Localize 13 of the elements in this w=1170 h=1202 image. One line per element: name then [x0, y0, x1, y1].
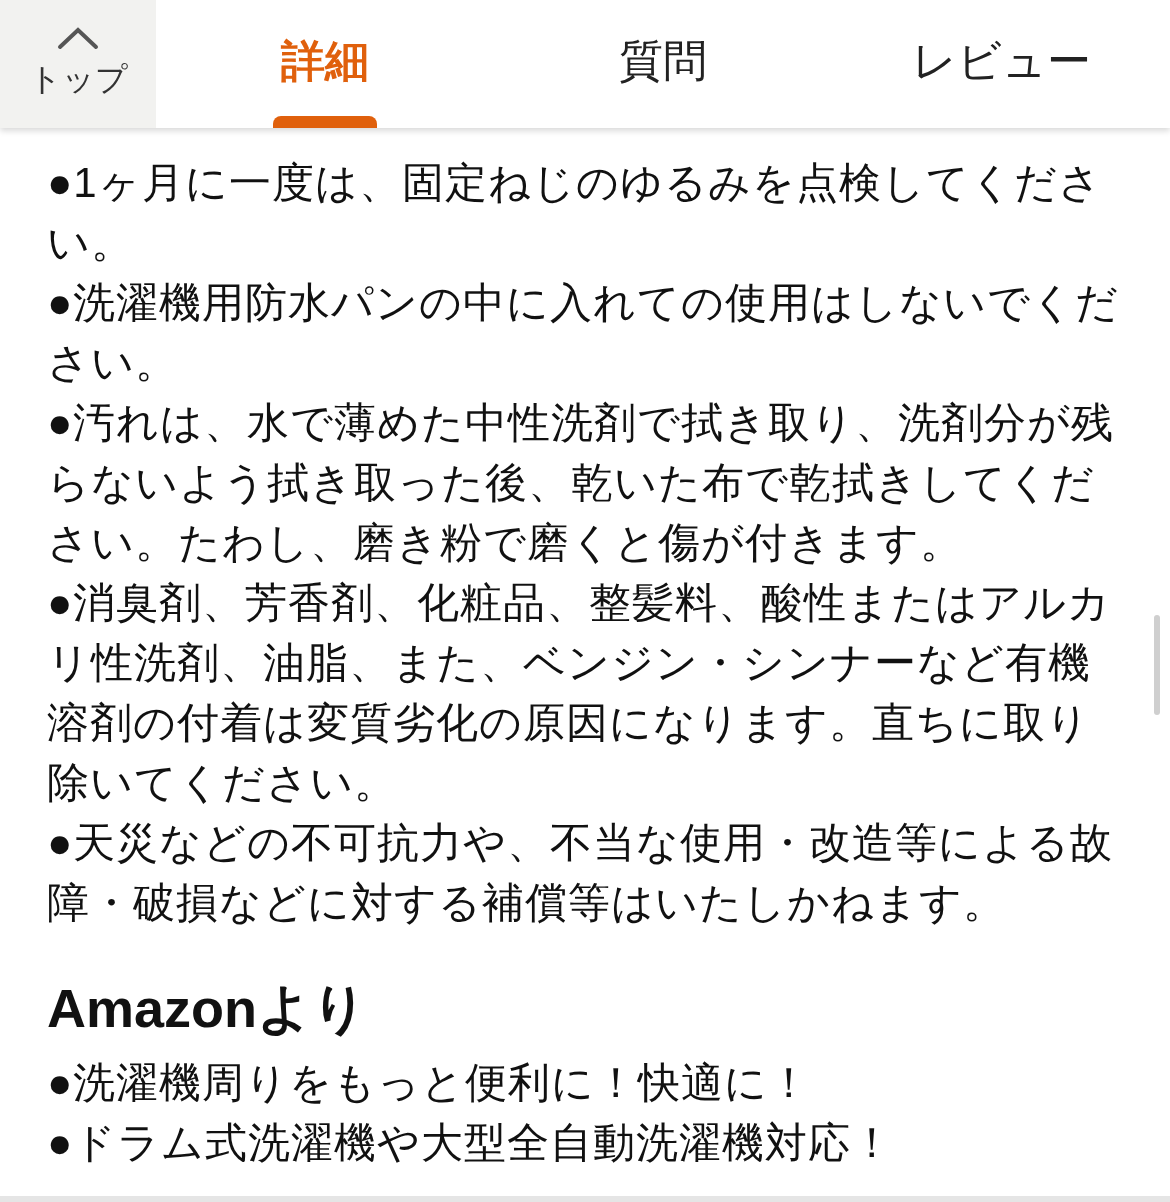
chevron-up-icon [56, 25, 100, 51]
tab[interactable]: レビュー [832, 0, 1170, 128]
note-paragraph: ●汚れは、水で薄めた中性洗剤で拭き取り、洗剤分が残らないよう拭き取った後、乾いた布で乾拭きしてください。たわし、磨き粉で磨くと傷が付きます。 [47, 398, 1116, 568]
feature-item: ●洗濯機周りをもっと便利に！快適に！ [47, 1058, 813, 1108]
note-paragraph: ●天災などの不可抗力や、不当な使用・改造等による故障・破損などに対する補償等はいたしかねます。 [47, 818, 1115, 928]
top-button[interactable]: トップ [0, 0, 156, 128]
feature-item: ●ドラム式洗濯機や大型全自動洗濯機対応！ [47, 1118, 896, 1168]
tab[interactable]: 詳細 [156, 0, 494, 128]
note-paragraph: ●洗濯機用防水パンの中に入れての使用はしないでください。 [47, 278, 1121, 388]
section-heading: Amazonより [47, 977, 368, 1040]
note-paragraph: ●1ヶ月に一度は、固定ねじのゆるみを点検してください。 [47, 158, 1103, 268]
note-paragraph: ●消臭剤、芳香剤、化粧品、整髪料、酸性またはアルカリ性洗剤、油脂、また、ベンジン・シンナーなど有機溶剤の付着は変質劣化の原因になります。直ちに取り除いてください。 [47, 578, 1113, 808]
tab[interactable]: 質問 [494, 0, 832, 128]
